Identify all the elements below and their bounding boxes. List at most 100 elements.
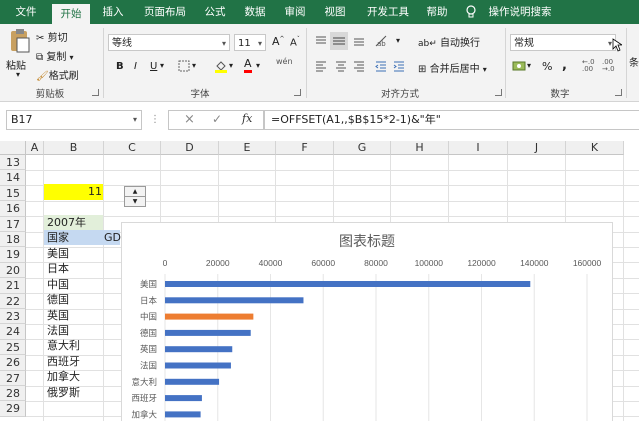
italic-button[interactable]: I xyxy=(134,61,137,72)
chart-title[interactable]: 图表标题 xyxy=(339,233,395,249)
bar[interactable] xyxy=(165,313,254,320)
bar[interactable] xyxy=(165,329,251,336)
row-header-17[interactable]: 17 xyxy=(0,216,26,232)
cell-country[interactable]: 法国 xyxy=(47,323,69,338)
cell-country[interactable]: 中国 xyxy=(47,277,69,292)
increase-indent-icon[interactable] xyxy=(392,59,406,76)
cell-country[interactable]: 德国 xyxy=(47,292,69,307)
increase-decimal-icon[interactable]: ←.0.00 xyxy=(582,59,595,73)
insert-function-button[interactable]: fx xyxy=(242,112,252,125)
row-header-16[interactable]: 16 xyxy=(0,201,26,217)
bar[interactable] xyxy=(165,411,201,418)
row-header-15[interactable]: 15 xyxy=(0,185,26,202)
cell-country[interactable]: 英国 xyxy=(47,308,69,323)
row-header-28[interactable]: 28 xyxy=(0,386,26,402)
tab-page-layout[interactable]: 页面布局 xyxy=(136,0,194,24)
align-left-icon[interactable] xyxy=(314,59,328,76)
row-header-13[interactable]: 13 xyxy=(0,155,26,171)
decrease-indent-icon[interactable] xyxy=(374,59,388,76)
align-top-icon[interactable] xyxy=(314,34,328,51)
paste-chevron-icon[interactable]: ▾ xyxy=(16,70,20,79)
font-color-button[interactable]: A xyxy=(244,58,252,73)
fill-color-chevron-icon[interactable]: ▾ xyxy=(229,61,233,70)
paste-icon[interactable] xyxy=(8,28,32,54)
orientation-icon[interactable]: ab xyxy=(374,34,394,51)
row-header-21[interactable]: 21 xyxy=(0,278,26,294)
align-middle-icon[interactable] xyxy=(330,32,348,50)
percent-button[interactable]: % xyxy=(542,60,552,73)
spin-up-icon[interactable]: ▲ xyxy=(125,187,145,197)
currency-chevron-icon[interactable]: ▾ xyxy=(527,61,531,70)
comma-button[interactable]: , xyxy=(562,58,567,73)
font-size-combo[interactable]: 11 ▾ xyxy=(234,34,266,51)
tab-insert[interactable]: 插入 xyxy=(96,0,130,24)
fill-color-icon[interactable] xyxy=(214,59,228,76)
cancel-icon[interactable]: × xyxy=(184,112,195,127)
borders-icon[interactable] xyxy=(178,60,190,75)
row-header-23[interactable]: 23 xyxy=(0,309,26,325)
column-header-f[interactable]: F xyxy=(276,141,334,155)
cut-button[interactable]: ✂ 剪切 xyxy=(36,29,68,44)
orientation-chevron-icon[interactable]: ▾ xyxy=(396,36,400,45)
tab-help[interactable]: 帮助 xyxy=(420,0,454,24)
bar[interactable] xyxy=(165,378,220,385)
tab-view[interactable]: 视图 xyxy=(318,0,352,24)
tab-formulas[interactable]: 公式 xyxy=(198,0,232,24)
currency-icon[interactable] xyxy=(512,60,526,75)
chart-area[interactable] xyxy=(121,222,613,421)
cell-country[interactable]: 俄罗斯 xyxy=(47,385,80,400)
align-bottom-icon[interactable] xyxy=(352,34,366,51)
row-header-25[interactable]: 25 xyxy=(0,339,26,356)
cell-country[interactable]: 加拿大 xyxy=(47,369,80,384)
column-header-e[interactable]: E xyxy=(219,141,276,155)
cell-country[interactable]: 西班牙 xyxy=(47,354,80,369)
shrink-font-button[interactable]: Aˇ xyxy=(290,36,300,48)
tab-developer[interactable]: 开发工具 xyxy=(360,0,416,24)
font-launcher-icon[interactable] xyxy=(294,89,301,96)
row-header-18[interactable]: 18 xyxy=(0,232,26,248)
bold-button[interactable]: B xyxy=(116,61,124,72)
bar-chart[interactable]: 图表标题 0 20000 40000 60000 80000 100000 120000 14… xyxy=(121,222,613,421)
decrease-decimal-icon[interactable]: .00 →.0 xyxy=(602,59,615,73)
borders-chevron-icon[interactable]: ▾ xyxy=(192,61,196,70)
column-header-a[interactable]: A xyxy=(26,141,44,155)
row-header-20[interactable]: 20 xyxy=(0,262,26,279)
spin-button[interactable]: ▲ ▼ xyxy=(124,186,146,207)
phonetic-button[interactable]: wén xyxy=(276,57,293,66)
row-header-19[interactable]: 19 xyxy=(0,247,26,263)
row-header-26[interactable]: 26 xyxy=(0,355,26,371)
align-center-icon[interactable] xyxy=(334,59,348,76)
select-all-corner[interactable] xyxy=(0,141,26,155)
formula-input[interactable]: =OFFSET(A1,,$B$15*2-1)&"年" xyxy=(264,110,639,130)
column-header-c[interactable]: C xyxy=(104,141,161,155)
underline-button[interactable]: U xyxy=(150,61,157,72)
column-header-g[interactable]: G xyxy=(334,141,391,155)
bar[interactable] xyxy=(165,346,233,353)
spin-down-icon[interactable]: ▼ xyxy=(125,197,145,207)
bar[interactable] xyxy=(165,297,304,304)
merge-center-button[interactable]: ⊞ 合并后居中 ▾ xyxy=(418,60,487,75)
clipboard-launcher-icon[interactable] xyxy=(92,89,99,96)
cell-country[interactable]: 日本 xyxy=(47,261,69,276)
row-header-22[interactable]: 22 xyxy=(0,293,26,309)
row-header-29[interactable]: 29 xyxy=(0,401,26,417)
underline-chevron-icon[interactable]: ▾ xyxy=(160,61,164,70)
row-header-24[interactable]: 24 xyxy=(0,324,26,340)
bar[interactable] xyxy=(165,362,231,369)
column-header-k[interactable]: K xyxy=(566,141,624,155)
cell-country[interactable]: 美国 xyxy=(47,246,69,261)
tab-file[interactable]: 文件 xyxy=(8,0,44,24)
number-launcher-icon[interactable] xyxy=(615,89,622,96)
bar[interactable] xyxy=(165,395,202,402)
enter-icon[interactable]: ✓ xyxy=(212,112,222,126)
font-color-chevron-icon[interactable]: ▾ xyxy=(256,61,260,70)
row-header-14[interactable]: 14 xyxy=(0,170,26,186)
format-painter-button[interactable]: 🖌格式刷 xyxy=(36,67,79,82)
wrap-text-button[interactable]: ab↵ 自动换行 xyxy=(418,34,480,49)
row-header-27[interactable]: 27 xyxy=(0,370,26,386)
tab-home[interactable]: 开始 xyxy=(52,2,90,26)
column-header-d[interactable]: D xyxy=(161,141,219,155)
column-header-i[interactable]: I xyxy=(449,141,508,155)
align-right-icon[interactable] xyxy=(352,59,366,76)
alignment-launcher-icon[interactable] xyxy=(495,89,502,96)
